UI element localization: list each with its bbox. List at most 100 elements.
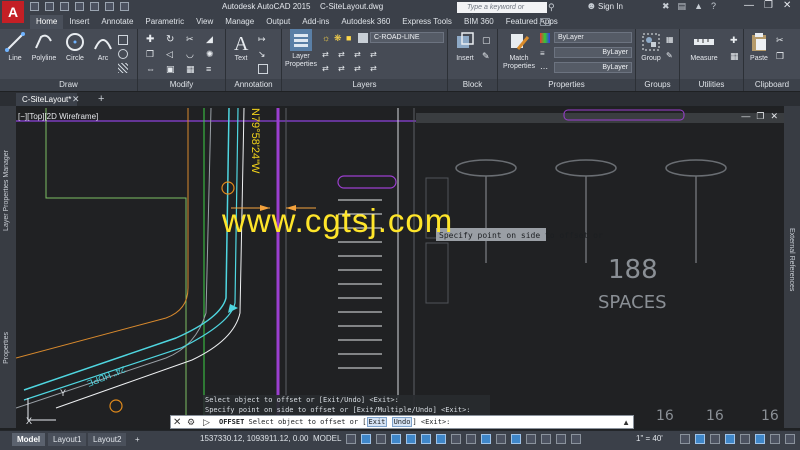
table-icon[interactable] [258,64,268,74]
add-layout-icon[interactable]: + [130,433,145,446]
snap-icon[interactable] [361,434,371,444]
layer-tool-3-icon[interactable]: ⇄ [354,50,364,60]
lineweight-dropdown[interactable]: ByLayer [554,47,632,58]
dynamic-ucs-icon[interactable] [511,434,521,444]
chamfer-icon[interactable]: ◢ [206,34,216,44]
command-option-exit[interactable]: Exit [366,417,388,427]
properties-panel-title[interactable]: Properties [498,79,635,91]
rectangle-icon[interactable] [118,35,128,45]
grid-icon[interactable] [346,434,356,444]
close-tab-icon[interactable]: ✕ [72,94,80,105]
fillet-icon[interactable]: ◡ [186,49,196,59]
stretch-icon[interactable]: ⇔ [146,64,156,74]
utilities-panel-title[interactable]: Utilities [680,79,743,91]
group-edit-icon[interactable]: ✎ [666,51,676,61]
layout1-tab[interactable]: Layout1 [48,433,87,446]
ribbon-tab-parametric[interactable]: Parametric [139,15,190,29]
annotation-visibility-icon[interactable] [556,434,566,444]
command-prompt-text[interactable]: OFFSET Select object to offset or [Exit … [219,416,450,429]
offset-icon[interactable]: ≡ [206,64,216,74]
restore-icon[interactable]: ❐ [764,0,773,11]
copy-icon[interactable]: ❐ [146,49,156,59]
layer-tool-8-icon[interactable]: ⇄ [370,64,380,74]
block-panel-title[interactable]: Block [448,79,497,91]
ribbon-tab-annotate[interactable]: Annotate [95,15,139,29]
new-icon[interactable] [30,2,39,11]
circle-button[interactable]: Circle [62,31,88,63]
lineweight-toggle-icon[interactable] [451,434,461,444]
match-properties-button[interactable]: Match Properties [502,31,536,71]
ribbon-tab-autodesk-360[interactable]: Autodesk 360 [335,15,396,29]
ribbon-tab-featured-apps[interactable]: Featured Apps [500,15,564,29]
group-button[interactable]: Group [638,31,664,63]
command-line-customize-icon[interactable]: ⚙ [187,416,195,429]
rotate-icon[interactable]: ↻ [166,34,176,45]
isolate-objects-icon[interactable] [770,434,780,444]
hardware-acceleration-icon[interactable] [785,434,795,444]
search-icon[interactable]: ⚲ [548,2,555,13]
gizmo-icon[interactable] [541,434,551,444]
paste-button[interactable]: Paste [746,31,772,63]
explode-icon[interactable]: ✺ [206,49,216,59]
layer-tool-4-icon[interactable]: ⇄ [370,50,380,60]
ribbon-tab-home[interactable]: Home [30,15,64,29]
ortho-icon[interactable] [376,434,386,444]
ribbon-tab-bim-360[interactable]: BIM 360 [458,15,500,29]
viewport-minimize-icon[interactable]: — [741,111,750,122]
undo-icon[interactable] [105,2,114,11]
hatch-icon[interactable] [118,63,128,73]
quick-properties-icon[interactable] [740,434,750,444]
application-menu-button[interactable]: A [2,1,24,23]
document-tab[interactable]: C-SiteLayout* [16,93,78,106]
gear-icon[interactable] [680,434,690,444]
groups-panel-title[interactable]: Groups [636,79,679,91]
close-window-icon[interactable]: ✕ [783,0,791,11]
selection-cycling-icon[interactable] [481,434,491,444]
units-icon[interactable] [725,434,735,444]
isodraft-icon[interactable] [406,434,416,444]
save-icon[interactable] [60,2,69,11]
model-space-button[interactable]: MODEL [313,434,341,443]
command-line[interactable]: ✕ ⚙ ▷ OFFSET Select object to offset or … [170,415,634,429]
scale-icon[interactable]: ▣ [166,64,176,74]
external-references-tab[interactable]: External References [788,228,795,291]
text-button[interactable]: A Text [230,31,252,63]
object-snap-icon[interactable] [436,434,446,444]
ribbon-tab-add-ins[interactable]: Add-ins [296,15,335,29]
ribbon-tab-insert[interactable]: Insert [63,15,95,29]
calculator-icon[interactable]: ▦ [730,51,740,61]
redo-icon[interactable] [120,2,129,11]
trim-icon[interactable]: ✂ [186,34,196,44]
arc-button[interactable]: Arc [92,31,114,63]
ribbon-minimize-icon[interactable] [540,18,550,26]
layer-tool-5-icon[interactable]: ⇄ [322,64,332,74]
id-point-icon[interactable]: ✚ [730,35,740,45]
selection-filter-icon[interactable] [526,434,536,444]
site-layout-drawing[interactable]: Y X N79°58'24"W 24" HDPE 188 SPACES 16 1… [16,108,784,428]
sign-in-link[interactable]: Sign In [598,2,623,11]
layer-tool-6-icon[interactable]: ⇄ [338,64,348,74]
ungroup-icon[interactable]: ▦ [666,35,676,45]
linetype-dropdown[interactable]: ByLayer [554,62,632,73]
ribbon-tab-output[interactable]: Output [260,15,296,29]
command-option-undo[interactable]: Undo [391,417,413,427]
array-icon[interactable]: ▦ [186,64,196,74]
clipboard-panel-title[interactable]: Clipboard [744,79,800,91]
measure-button[interactable]: Measure [684,31,724,63]
leader-icon[interactable]: ↘ [258,49,268,59]
layer-tool-7-icon[interactable]: ⇄ [354,64,364,74]
save-as-icon[interactable] [75,2,84,11]
viewport-controls-label[interactable]: [−][Top][2D Wireframe] [18,112,98,121]
layer-lock-icon[interactable]: ■ [346,33,356,43]
copy-clip-icon[interactable]: ❐ [776,51,786,61]
cart-icon[interactable]: ▤ [678,1,687,12]
ribbon-tab-express-tools[interactable]: Express Tools [396,15,458,29]
minimize-icon[interactable]: — [744,0,754,11]
mirror-icon[interactable]: ◁ [166,49,176,59]
create-block-icon[interactable]: ▢ [482,35,492,45]
ribbon-tab-view[interactable]: View [190,15,219,29]
modify-panel-title[interactable]: Modify [138,79,225,91]
cut-icon[interactable]: ✂ [776,35,786,45]
model-tab[interactable]: Model [12,433,46,446]
line-button[interactable]: Line [4,31,26,63]
